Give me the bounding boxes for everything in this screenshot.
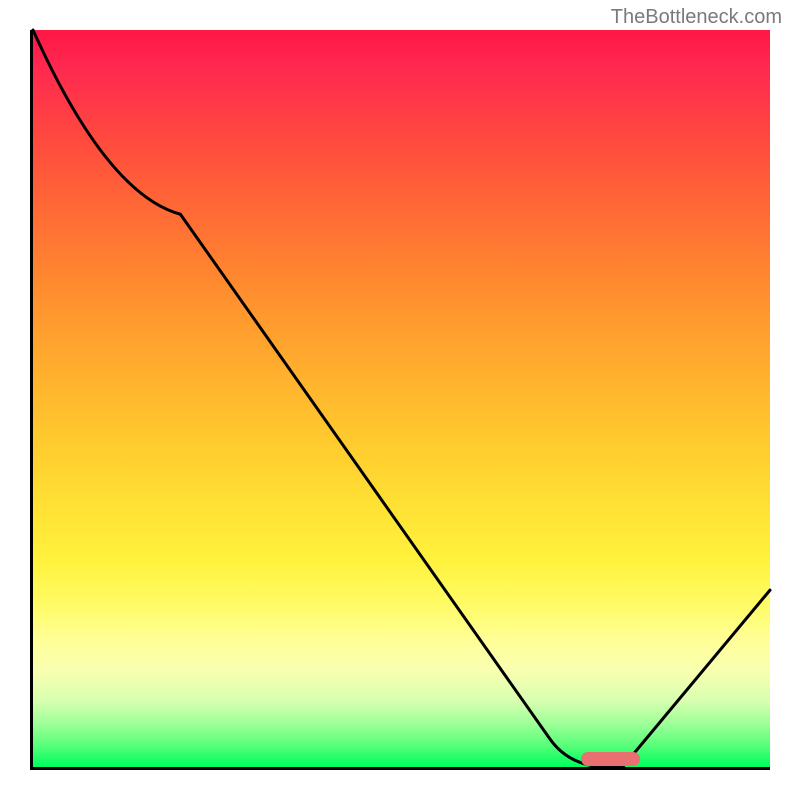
chart-plot-area	[30, 30, 770, 770]
bottleneck-line	[33, 30, 770, 767]
watermark-text: TheBottleneck.com	[611, 6, 782, 29]
optimal-marker	[581, 752, 640, 766]
chart-line-svg	[33, 30, 770, 767]
